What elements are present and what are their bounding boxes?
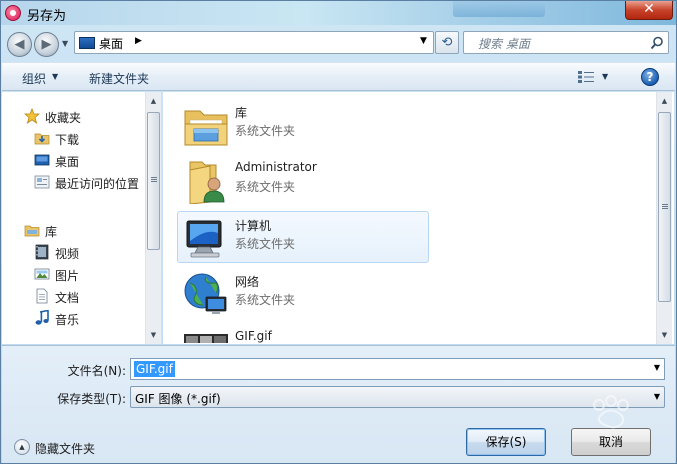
filetype-select[interactable]: GIF 图像 (*.gif) ▼: [130, 386, 665, 408]
sidebar-item-label: 文档: [55, 291, 80, 305]
app-icon: [5, 5, 21, 21]
search-input[interactable]: 搜索 桌面: [463, 31, 669, 54]
sidebar-item-label: 库: [45, 225, 58, 239]
scroll-down-icon[interactable]: ▼: [146, 328, 161, 343]
library-icon: [24, 225, 40, 237]
sidebar-item-label: 下载: [55, 133, 80, 147]
view-dropdown-icon[interactable]: ▼: [602, 72, 608, 81]
file-list-scrollbar[interactable]: ▲ ▼: [656, 92, 672, 344]
file-type: 系统文件夹: [235, 293, 296, 307]
sidebar-item-label: 视频: [55, 247, 80, 261]
documents-icon: [36, 288, 48, 304]
list-item[interactable]: GIF.gif: [177, 323, 429, 344]
save-form: 文件名(N): GIF.gif ▼ 保存类型(T): GIF 图像 (*.gif…: [2, 345, 675, 463]
star-icon: [24, 108, 40, 124]
sidebar-item-favorites[interactable]: 收藏夹: [2, 105, 148, 127]
list-item[interactable]: Administrator 系统文件夹: [177, 154, 429, 206]
file-type: 系统文件夹: [235, 237, 296, 251]
file-name: 计算机: [235, 219, 272, 233]
breadcrumb-chevron-icon[interactable]: ▶: [135, 36, 142, 46]
filename-label: 文件名(N):: [67, 364, 126, 378]
save-as-dialog: 另存为 ✕ ◀ ▶ ▼ 桌面 ▶ ▼ ⟲ 搜索 桌面 组织 ▼ 新建文件夹 ▼ …: [0, 0, 677, 464]
pictures-icon: [34, 268, 50, 280]
scroll-down-icon[interactable]: ▼: [657, 328, 672, 343]
organize-dropdown-icon[interactable]: ▼: [52, 72, 58, 81]
music-icon: [35, 310, 49, 325]
filename-dropdown-icon[interactable]: ▼: [654, 363, 660, 372]
network-icon: [184, 273, 227, 314]
grip-icon: [151, 177, 157, 182]
sidebar-item-videos[interactable]: 视频: [2, 241, 148, 263]
computer-icon: [186, 220, 222, 258]
sidebar-scrollbar[interactable]: ▲ ▼: [145, 92, 161, 344]
filetype-value: GIF 图像 (*.gif): [135, 392, 221, 406]
sidebar-item-pictures[interactable]: 图片: [2, 263, 148, 285]
video-icon: [35, 244, 49, 260]
sidebar-item-recent-places[interactable]: 最近访问的位置: [2, 171, 148, 193]
chevron-up-icon[interactable]: ▲: [14, 439, 30, 455]
search-placeholder: 搜索 桌面: [478, 37, 530, 51]
new-folder-button[interactable]: 新建文件夹: [89, 70, 149, 87]
view-options-icon[interactable]: [578, 71, 594, 83]
command-bar: 组织 ▼ 新建文件夹 ▼ ?: [2, 62, 675, 91]
download-folder-icon: [34, 133, 50, 145]
file-list-scroll-thumb[interactable]: [658, 112, 671, 302]
organize-menu[interactable]: 组织: [22, 70, 46, 87]
file-name: Administrator: [235, 160, 317, 174]
save-button[interactable]: 保存(S): [466, 428, 546, 456]
title-bar: 另存为 ✕: [1, 1, 676, 25]
file-type: 系统文件夹: [235, 180, 296, 194]
desktop-icon: [79, 37, 95, 49]
sidebar-scroll-thumb[interactable]: [147, 112, 160, 250]
file-list: 库 系统文件夹 Administrator 系统文件夹 计算机 系统文件夹 网络…: [163, 92, 674, 344]
sidebar-item-label: 桌面: [55, 155, 80, 169]
gif-thumbnail-icon: [184, 334, 228, 343]
file-type: 系统文件夹: [235, 124, 296, 138]
cancel-button[interactable]: 取消: [571, 428, 651, 456]
desktop-icon: [34, 154, 50, 166]
list-item[interactable]: 计算机 系统文件夹: [177, 211, 429, 263]
grip-icon: [662, 204, 668, 209]
user-folder-icon: [189, 161, 225, 204]
filetype-dropdown-icon[interactable]: ▼: [654, 392, 660, 401]
close-button[interactable]: ✕: [625, 1, 673, 20]
forward-button[interactable]: ▶: [34, 32, 59, 57]
sidebar-item-downloads[interactable]: 下载: [2, 127, 148, 149]
back-button[interactable]: ◀: [7, 32, 32, 57]
window-title: 另存为: [27, 9, 67, 24]
refresh-button[interactable]: ⟲: [435, 31, 459, 54]
help-icon[interactable]: ?: [641, 68, 659, 86]
sidebar-item-label: 最近访问的位置: [55, 177, 140, 191]
sidebar-item-label: 收藏夹: [45, 111, 82, 125]
file-name: GIF.gif: [235, 329, 272, 343]
filename-value[interactable]: GIF.gif: [134, 361, 175, 377]
address-bar[interactable]: 桌面 ▶ ▼: [74, 31, 434, 54]
search-icon[interactable]: [650, 36, 664, 50]
scroll-up-icon[interactable]: ▲: [146, 94, 161, 109]
hide-folders-label: 隐藏文件夹: [35, 442, 96, 456]
sidebar-item-label: 图片: [55, 269, 80, 283]
file-name: 库: [235, 106, 248, 120]
navigation-pane: 收藏夹 下载 桌面 最近访问的位置 库 视频 图片 文档 音乐 ▲ ▼: [2, 92, 162, 344]
recent-places-icon: [34, 175, 50, 189]
sidebar-item-music[interactable]: 音乐: [2, 307, 148, 329]
sidebar-item-documents[interactable]: 文档: [2, 285, 148, 307]
title-bar-highlight: [453, 1, 545, 17]
list-item[interactable]: 网络 系统文件夹: [177, 267, 429, 319]
list-item[interactable]: 库 系统文件夹: [177, 98, 429, 150]
address-dropdown-icon[interactable]: ▼: [420, 36, 427, 46]
address-location[interactable]: 桌面: [99, 35, 123, 52]
filename-field[interactable]: GIF.gif ▼: [130, 358, 665, 380]
recent-pages-dropdown[interactable]: ▼: [62, 39, 72, 49]
sidebar-item-libraries[interactable]: 库: [2, 219, 148, 241]
sidebar-item-desktop[interactable]: 桌面: [2, 149, 148, 171]
library-folder-icon: [184, 110, 228, 146]
file-name: 网络: [235, 275, 260, 289]
scroll-up-icon[interactable]: ▲: [657, 94, 672, 109]
hide-folders-toggle[interactable]: ▲ 隐藏文件夹: [14, 438, 124, 456]
sidebar-item-label: 音乐: [55, 313, 80, 327]
filetype-label: 保存类型(T):: [57, 392, 126, 406]
